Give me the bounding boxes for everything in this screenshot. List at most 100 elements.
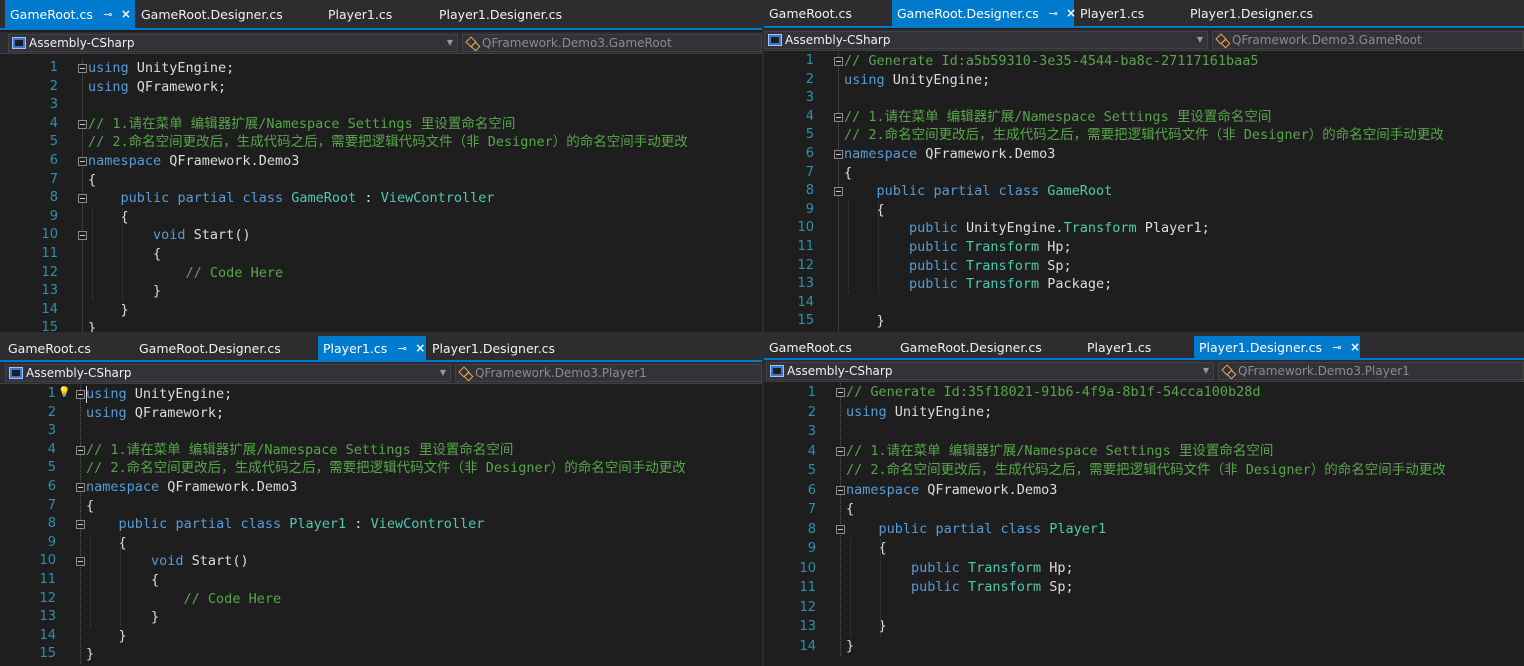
code-editor[interactable]: 1 // Generate Id:a5b59310-3e35-4544-ba8c-…	[764, 51, 1524, 332]
project-dropdown[interactable]: Assembly-CSharp ▼	[5, 364, 451, 382]
navigation-bar: Assembly-CSharp ▼ QFramework.Demo3.Playe…	[0, 362, 762, 384]
project-dropdown-label: Assembly-CSharp	[787, 364, 893, 378]
tab-gameroot-designer-cs[interactable]: GameRoot.Designer.cs	[136, 0, 306, 28]
collapse-region-icon[interactable]	[76, 483, 85, 492]
line-number: 9	[805, 201, 814, 217]
collapse-region-icon[interactable]	[78, 157, 87, 166]
tab-gameroot-cs[interactable]: GameRoot.cs	[764, 336, 884, 358]
code-token: // Generate Id:35f18021-91b6-4f9a-8b1f-5…	[846, 384, 1261, 400]
code-token: void	[153, 227, 186, 244]
code-token: Transform	[967, 559, 1042, 576]
collapse-region-icon[interactable]	[834, 150, 843, 159]
line-number: 10	[799, 560, 816, 576]
class-dropdown[interactable]: QFramework.Demo3.GameRoot	[1212, 31, 1524, 49]
code-text: using UnityEngine;	[844, 71, 990, 90]
project-dropdown[interactable]: Assembly-CSharp ▼	[8, 34, 458, 52]
chevron-down-icon: ▼	[1202, 366, 1209, 375]
code-text: namespace QFramework.Demo3	[88, 152, 299, 171]
tab-player1-designer-cs[interactable]: Player1.Designer.cs	[434, 0, 594, 28]
code-token: Start()	[185, 227, 251, 244]
code-line: 5 // 2.命名空间更改后，生成代码之后，需要把逻辑代码文件（非 Designe…	[0, 133, 762, 152]
line-number: 7	[807, 502, 816, 517]
collapse-region-icon[interactable]	[76, 390, 85, 399]
code-token: namespace	[88, 153, 162, 169]
collapse-region-icon[interactable]	[834, 112, 843, 122]
code-line: 14	[764, 294, 1524, 313]
collapse-region-icon[interactable]	[76, 520, 85, 530]
code-text: // 2.命名空间更改后，生成代码之后，需要把逻辑代码文件（非 Designer…	[846, 461, 1446, 481]
code-text: public partial class GameRoot	[844, 182, 1113, 201]
code-token: class	[998, 183, 1040, 200]
class-dropdown[interactable]: QFramework.Demo3.Player1	[1218, 362, 1524, 380]
editor-pane-top-right: GameRoot.cs GameRoot.Designer.cs ⊸ × Pla…	[764, 0, 1524, 332]
collapse-region-icon[interactable]	[78, 64, 87, 73]
collapse-region-icon[interactable]	[76, 557, 85, 567]
code-token: partial	[177, 190, 235, 207]
pin-icon[interactable]: ⊸	[1049, 7, 1058, 20]
tab-player1-designer-cs[interactable]: Player1.Designer.cs ⊸ ×	[1194, 336, 1360, 358]
tab-gameroot-designer-cs[interactable]: GameRoot.Designer.cs	[895, 336, 1065, 358]
collapse-region-icon[interactable]	[78, 231, 87, 241]
collapse-region-icon[interactable]	[76, 445, 85, 455]
code-line: 10 void Start()	[0, 226, 762, 245]
close-icon[interactable]: ×	[121, 7, 131, 21]
pin-icon[interactable]: ⊸	[103, 8, 113, 21]
collapse-region-icon[interactable]	[78, 119, 87, 129]
pin-icon[interactable]: ⊸	[397, 342, 407, 355]
code-line: 7{	[764, 500, 1524, 520]
line-number: 3	[49, 97, 58, 113]
tab-player1-cs[interactable]: Player1.cs	[323, 0, 423, 28]
line-number: 4	[47, 441, 56, 457]
code-editor[interactable]: 1 using UnityEngine; 2 using QFramework; 3 4 /…	[0, 384, 762, 666]
code-token: Player1	[289, 516, 347, 533]
tab-gameroot-designer-cs[interactable]: GameRoot.Designer.cs	[134, 336, 304, 360]
collapse-region-icon[interactable]	[836, 524, 845, 534]
code-editor[interactable]: 1 using UnityEngine; 2 using QFramework; 3 4 /…	[0, 54, 762, 332]
collapse-region-icon[interactable]	[834, 57, 843, 66]
tab-gameroot-cs[interactable]: GameRoot.cs	[3, 336, 123, 360]
tab-player1-cs[interactable]: Player1.cs	[1075, 0, 1175, 26]
tab-player1-cs[interactable]: Player1.cs ⊸ ×	[318, 336, 426, 360]
code-token: GameRoot	[1047, 183, 1113, 200]
tab-player1-designer-cs[interactable]: Player1.Designer.cs	[1185, 0, 1345, 26]
pin-icon[interactable]: ⊸	[1332, 341, 1342, 354]
code-token: }	[88, 283, 162, 300]
code-line: 4 // 1.请在菜单 编辑器扩展/Namespace Settings 里设置命…	[0, 115, 762, 134]
collapse-region-icon[interactable]	[836, 388, 845, 397]
close-icon[interactable]: ×	[1350, 340, 1360, 354]
collapse-region-icon[interactable]	[834, 187, 843, 197]
project-dropdown[interactable]: Assembly-CSharp ▼	[766, 362, 1214, 380]
code-text: {	[88, 245, 161, 264]
code-line: 11 public Transform Sp;	[764, 578, 1524, 598]
line-number: 11	[41, 246, 58, 261]
lightbulb-icon[interactable]: 💡	[58, 386, 70, 400]
tab-player1-cs[interactable]: Player1.cs	[1082, 336, 1182, 358]
project-dropdown[interactable]: Assembly-CSharp ▼	[764, 31, 1208, 49]
code-token: // 1.请在菜单 编辑器扩展/Namespace Settings 里设置命名…	[846, 442, 1274, 459]
class-dropdown[interactable]: QFramework.Demo3.Player1	[455, 364, 762, 382]
class-dropdown[interactable]: QFramework.Demo3.GameRoot	[462, 34, 762, 52]
code-editor[interactable]: 1 // Generate Id:35f18021-91b6-4f9a-8b1f-…	[764, 382, 1524, 666]
line-number: 7	[47, 497, 56, 513]
tab-gameroot-cs[interactable]: GameRoot.cs ⊸ ×	[5, 0, 135, 28]
collapse-region-icon[interactable]	[836, 485, 845, 495]
code-line: 6 namespace QFramework.Demo3	[764, 481, 1524, 501]
code-line: 3	[0, 96, 762, 115]
tab-gameroot-designer-cs[interactable]: GameRoot.Designer.cs ⊸ ×	[892, 0, 1076, 26]
close-icon[interactable]: ×	[415, 341, 425, 355]
collapse-region-icon[interactable]	[836, 446, 845, 456]
code-token: class	[242, 190, 284, 207]
code-token: using	[86, 386, 127, 402]
line-number: 10	[39, 553, 56, 569]
csharp-project-icon	[12, 37, 26, 49]
collapse-region-icon[interactable]	[78, 194, 87, 204]
tab-player1-designer-cs[interactable]: Player1.Designer.cs	[427, 336, 587, 360]
line-number: 14	[797, 294, 814, 310]
tab-label: Player1.Designer.cs	[439, 6, 563, 22]
code-text: // 1.请在菜单 编辑器扩展/Namespace Settings 里设置命名…	[88, 115, 515, 134]
indent-guide	[90, 533, 91, 627]
tab-gameroot-cs[interactable]: GameRoot.cs	[764, 0, 884, 26]
